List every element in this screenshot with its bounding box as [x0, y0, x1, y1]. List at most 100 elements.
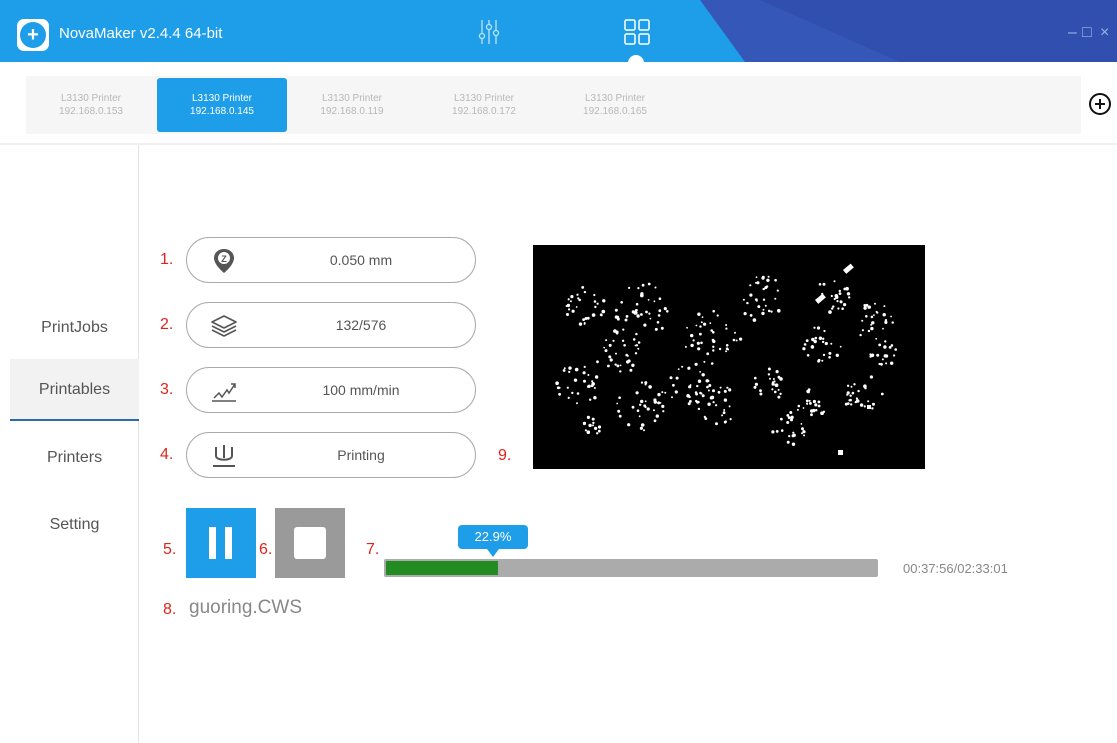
slice-dot	[869, 353, 872, 356]
pause-button[interactable]	[186, 508, 256, 578]
slice-dot	[885, 362, 888, 365]
slice-dot	[818, 336, 823, 340]
maximize-button[interactable]: □	[1082, 24, 1092, 42]
slice-dot	[659, 402, 662, 404]
slice-dot	[663, 307, 667, 311]
print-state-value: Printing	[337, 447, 385, 463]
slice-dot	[640, 381, 644, 384]
slice-dot	[811, 344, 814, 347]
slice-dot	[712, 389, 715, 393]
sidebar-item-setting[interactable]: Setting	[10, 494, 139, 556]
slice-dot	[777, 388, 780, 391]
slice-dot	[801, 432, 803, 435]
slice-dot	[584, 317, 588, 320]
slice-dot	[608, 355, 612, 359]
printer-tab[interactable]: L3130 Printer 192.168.0.153	[26, 78, 156, 132]
slice-dot	[694, 362, 698, 366]
slice-dot	[774, 278, 777, 282]
slice-dot	[638, 415, 641, 418]
slice-mark	[838, 450, 843, 455]
slice-dot	[567, 396, 570, 399]
slice-dot	[625, 315, 629, 318]
slice-dot	[865, 303, 869, 307]
slice-dot	[830, 294, 833, 298]
slice-dot	[801, 427, 804, 431]
slice-dot	[890, 361, 894, 365]
title-bar: + NovaMaker v2.4.4 64-bit – □ ×	[0, 0, 1117, 62]
slice-dot	[643, 429, 645, 432]
slice-dot	[566, 386, 569, 389]
slice-dot	[699, 371, 701, 373]
slice-dot	[703, 322, 707, 326]
annotation-marker: 8.	[163, 601, 177, 618]
slice-dot	[697, 347, 701, 351]
slice-dot	[735, 339, 738, 342]
slice-dot	[839, 300, 843, 304]
slice-dot	[604, 349, 608, 353]
slice-dot	[677, 368, 680, 370]
slice-dot	[635, 302, 639, 306]
slice-dot	[628, 286, 631, 289]
add-printer-button[interactable]	[1089, 93, 1111, 115]
slice-dot	[775, 430, 779, 433]
slice-dot	[808, 399, 811, 402]
slice-dot	[655, 414, 659, 418]
slice-dot	[707, 379, 710, 382]
slice-dot	[700, 321, 703, 324]
slice-dot	[594, 375, 599, 379]
slice-dot	[818, 283, 822, 286]
slice-dot	[878, 362, 881, 366]
printer-tab[interactable]: L3130 Printer 192.168.0.119	[287, 78, 417, 132]
slice-dot	[725, 324, 728, 326]
slice-dot	[771, 382, 775, 386]
slice-dot	[707, 389, 710, 392]
slice-dot	[566, 313, 569, 316]
slice-dot	[817, 404, 821, 408]
layer-preview-image	[533, 245, 925, 469]
slice-dot	[754, 376, 757, 380]
slice-dot	[839, 345, 842, 348]
minimize-button[interactable]: –	[1068, 24, 1077, 42]
layer-thickness-pill: Z 0.050 mm	[186, 237, 476, 283]
slice-dot	[591, 313, 596, 317]
slice-dot	[619, 364, 622, 367]
slice-dot	[749, 284, 752, 287]
slice-dot	[577, 297, 580, 300]
slice-dot	[703, 360, 706, 363]
slice-dot	[772, 378, 775, 380]
slice-dot	[833, 280, 836, 283]
slice-dot	[700, 341, 703, 345]
speed-chart-icon	[212, 383, 236, 402]
sidebar-item-printers[interactable]: Printers	[10, 427, 139, 489]
slice-dot	[666, 310, 669, 313]
slice-dot	[828, 356, 831, 359]
stop-button[interactable]	[275, 508, 345, 578]
sidebar-item-printjobs[interactable]: PrintJobs	[10, 297, 139, 359]
slice-dot	[605, 339, 608, 342]
slice-dot	[697, 407, 701, 411]
sliders-icon[interactable]	[473, 16, 505, 48]
progress-bar	[384, 559, 878, 577]
grid-icon[interactable]	[621, 16, 653, 48]
printer-tab-active[interactable]: L3130 Printer 192.168.0.145	[157, 78, 287, 132]
slice-dot	[780, 429, 784, 432]
sidebar-item-printables[interactable]: Printables	[10, 359, 139, 421]
slice-dot	[558, 392, 561, 396]
slice-dot	[712, 345, 715, 348]
printer-tab[interactable]: L3130 Printer 192.168.0.172	[419, 78, 549, 132]
slice-dot	[701, 394, 705, 398]
printer-tab[interactable]: L3130 Printer 192.168.0.165	[550, 78, 680, 132]
slice-dot	[846, 292, 851, 296]
slice-dot	[792, 431, 795, 434]
slice-dot	[596, 432, 599, 435]
slice-dot	[812, 399, 816, 404]
slice-dot	[689, 384, 692, 386]
close-button[interactable]: ×	[1100, 24, 1109, 42]
slice-dot	[710, 395, 715, 400]
slice-dot	[848, 399, 851, 402]
slice-dot	[662, 410, 665, 413]
slice-dot	[686, 394, 690, 398]
slice-dot	[812, 408, 816, 413]
slice-dot	[661, 391, 664, 394]
slice-dot	[576, 293, 579, 296]
